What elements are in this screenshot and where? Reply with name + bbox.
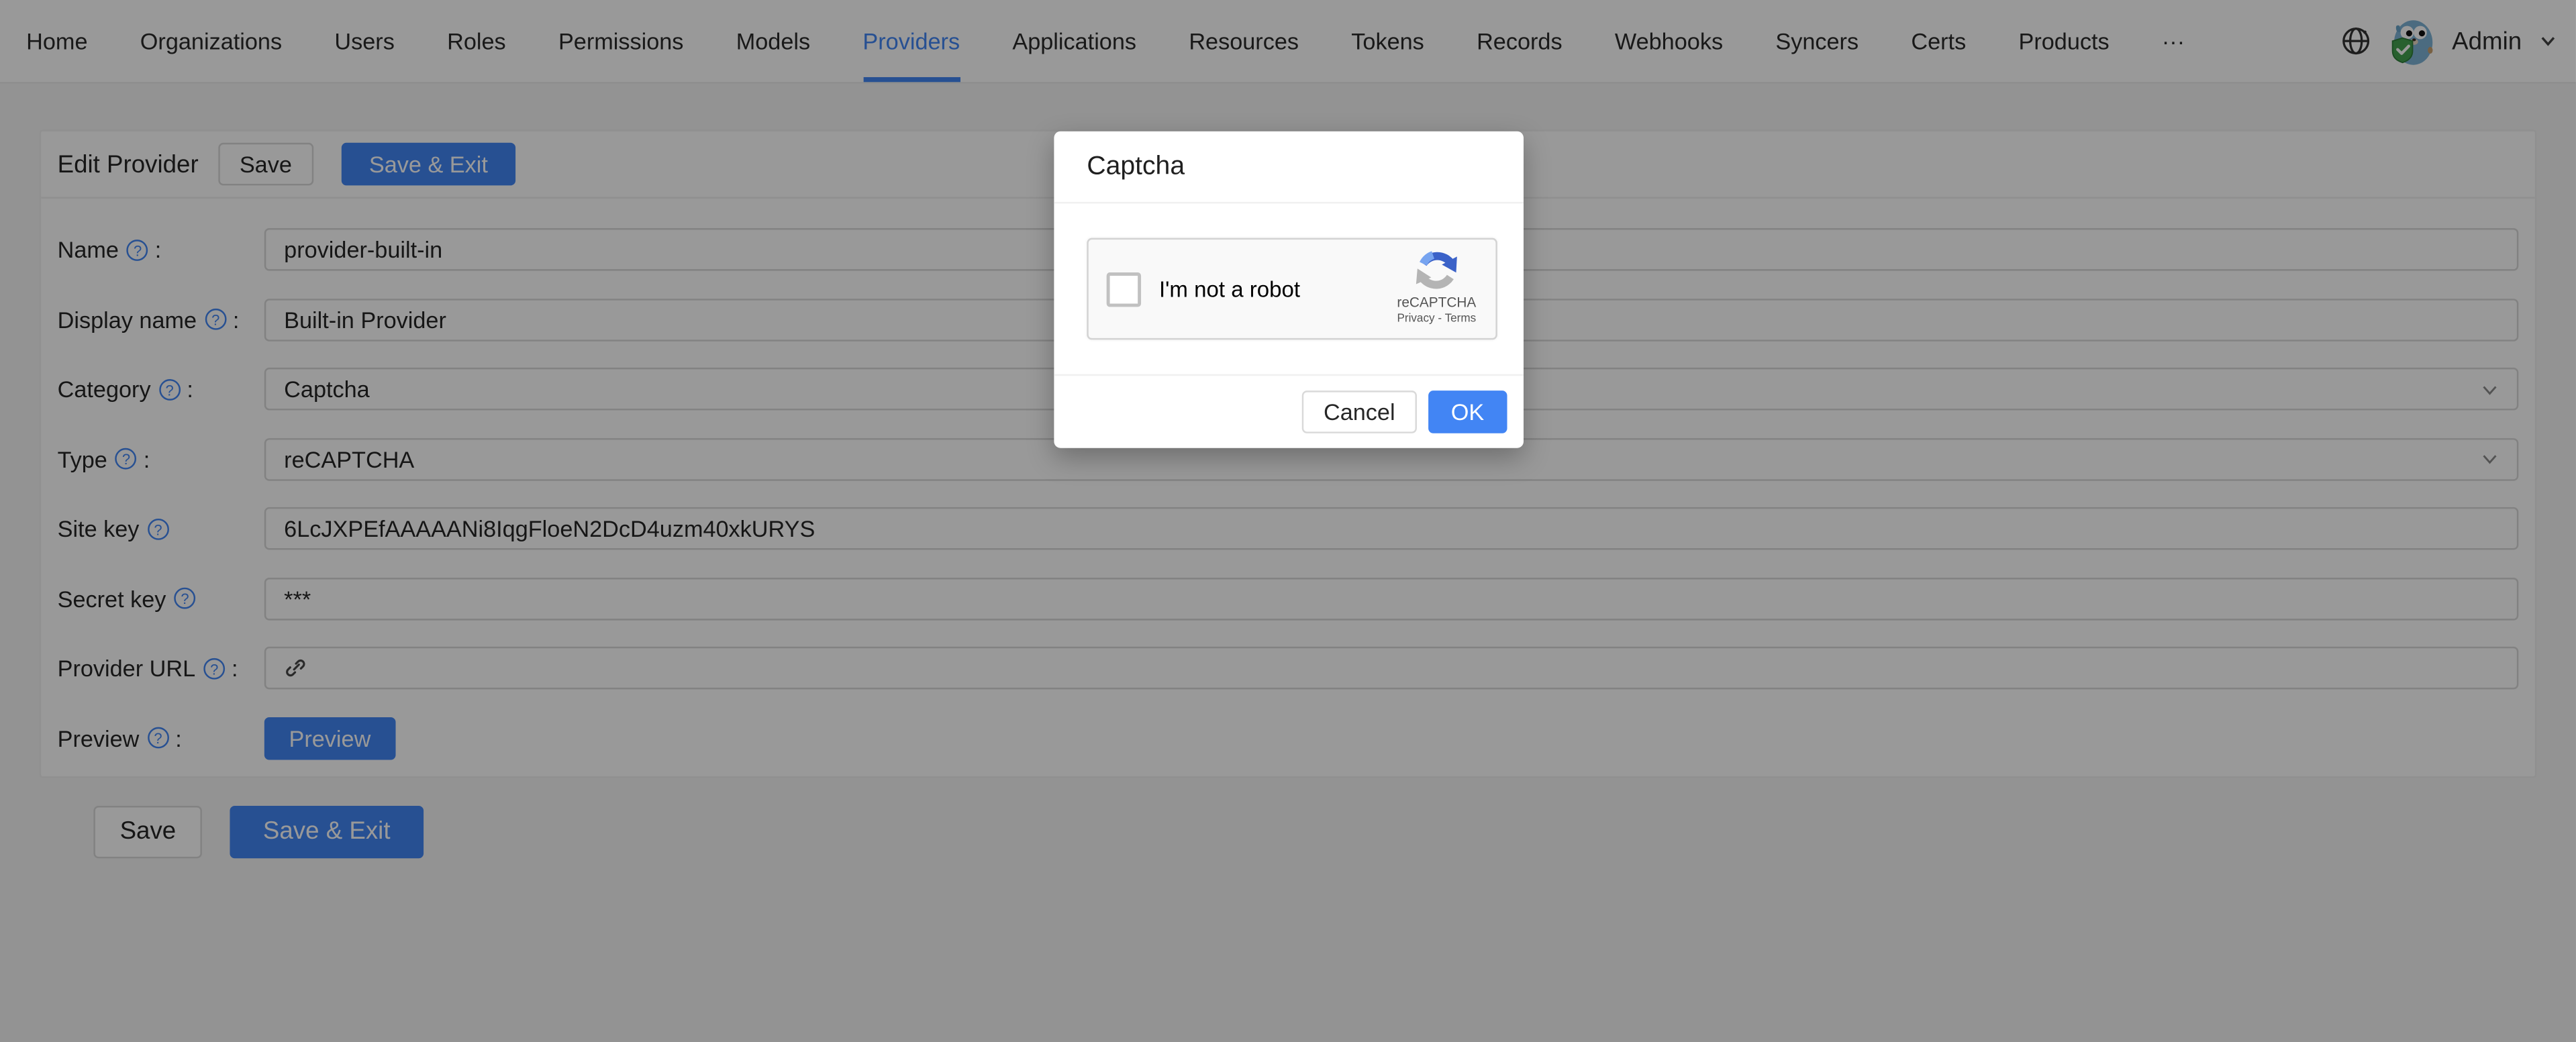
recaptcha-label: I'm not a robot: [1159, 276, 1300, 301]
recaptcha-widget: I'm not a robot reCAPTCHA Privacy - Term…: [1087, 238, 1497, 340]
modal-header: Captcha: [1054, 132, 1524, 204]
recaptcha-wordmark: reCAPTCHA: [1389, 294, 1484, 310]
captcha-modal: Captcha I'm not a robot reCAPTCHA Pri: [1054, 132, 1524, 448]
casdoor-app: Home Organizations Users Roles Permissio…: [0, 0, 2576, 1042]
privacy-link[interactable]: Privacy: [1397, 313, 1434, 324]
ok-button[interactable]: OK: [1428, 390, 1507, 433]
recaptcha-links: Privacy - Terms: [1389, 313, 1484, 324]
recaptcha-brand: reCAPTCHA Privacy - Terms: [1389, 250, 1484, 324]
terms-link[interactable]: Terms: [1445, 313, 1477, 324]
recaptcha-logo-icon: [1416, 250, 1458, 293]
modal-title: Captcha: [1087, 152, 1491, 180]
recaptcha-checkbox[interactable]: [1107, 272, 1141, 306]
cancel-button[interactable]: Cancel: [1302, 390, 1416, 433]
links-separator: -: [1438, 313, 1442, 324]
modal-body: I'm not a robot reCAPTCHA Privacy - Term…: [1054, 203, 1524, 374]
modal-footer: Cancel OK: [1054, 374, 1524, 448]
